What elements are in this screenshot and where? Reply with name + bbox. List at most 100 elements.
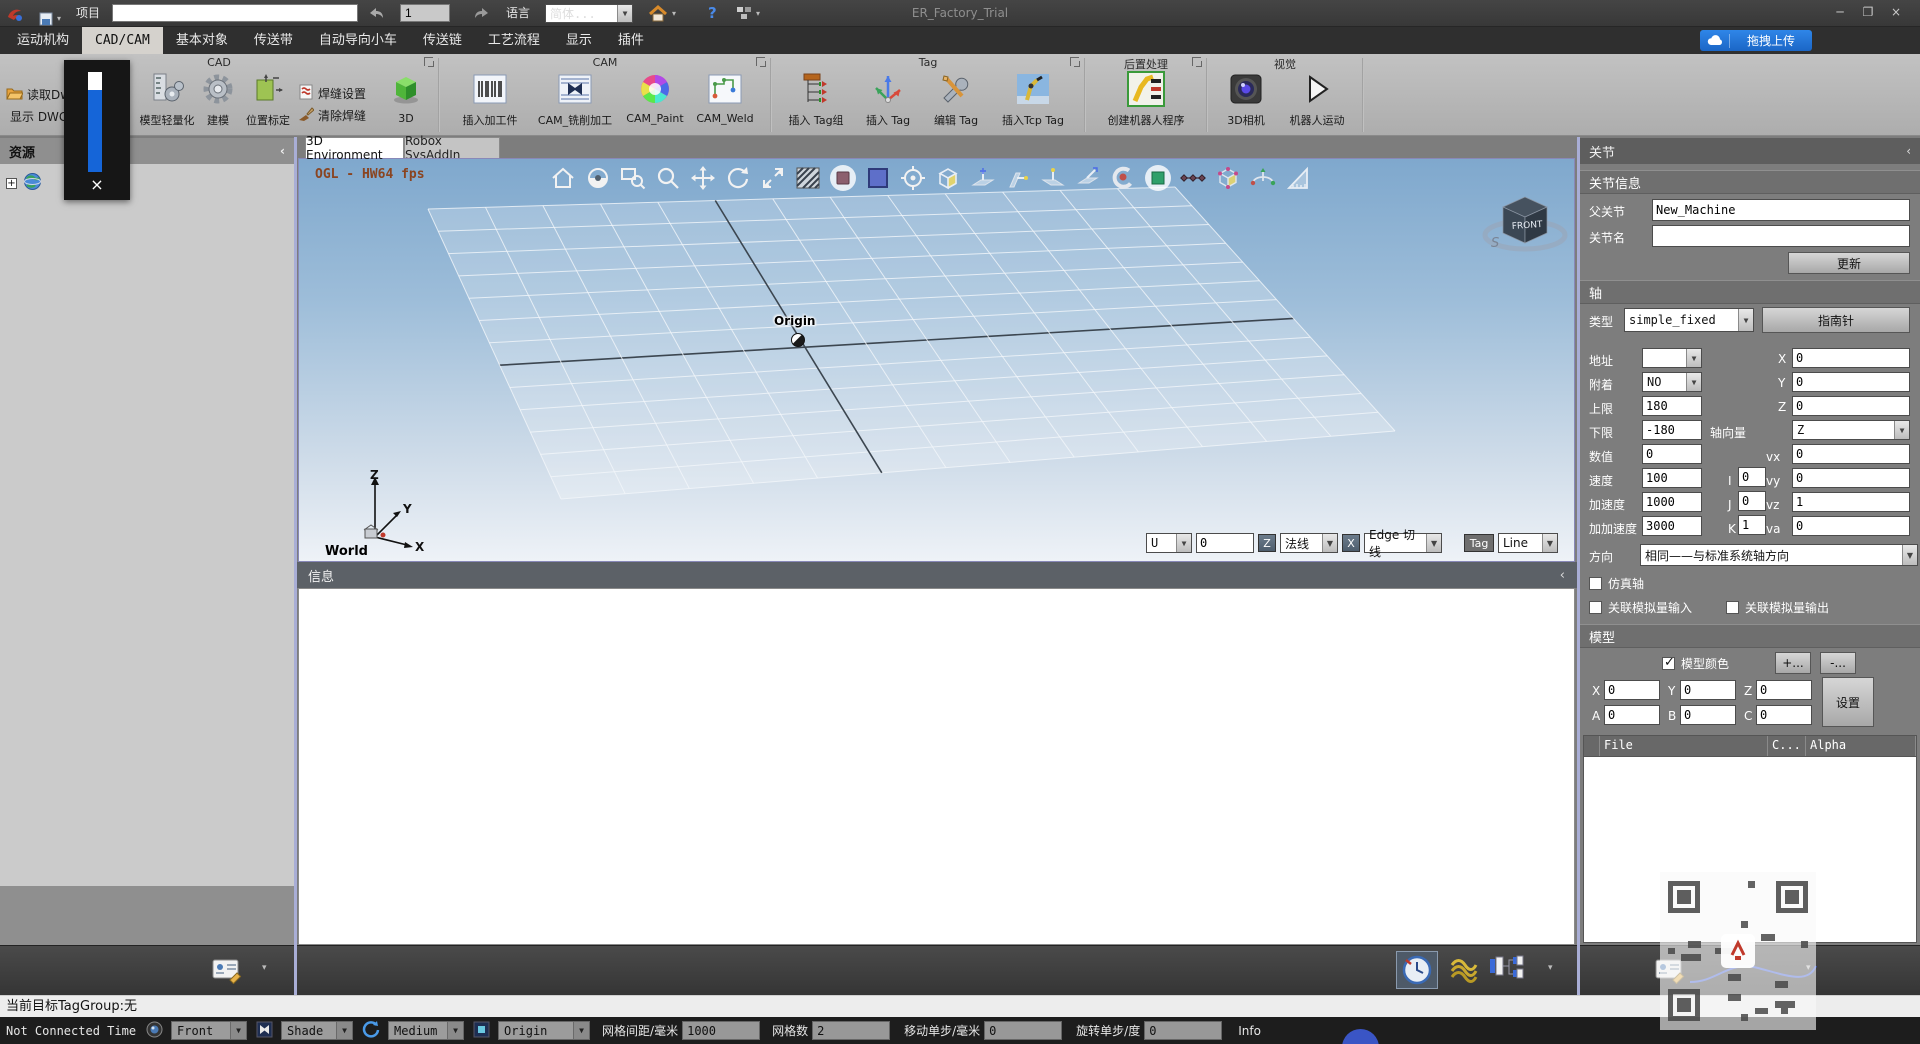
model-b-input[interactable] <box>1680 705 1736 725</box>
tag-button[interactable]: Tag <box>1464 534 1494 552</box>
u-value-input[interactable] <box>1196 533 1254 553</box>
popup-close-icon[interactable]: × <box>64 174 130 196</box>
center-toolstrip-dropdown-arrow[interactable]: ▾ <box>1548 963 1553 973</box>
home-icon[interactable] <box>549 164 577 192</box>
close-button[interactable]: × <box>1884 4 1908 22</box>
cube-points-icon[interactable] <box>1214 164 1242 192</box>
cad-dialog-launcher-icon[interactable] <box>424 57 433 66</box>
language-select[interactable]: 简体...▼ <box>545 4 633 23</box>
project-input[interactable] <box>112 4 358 22</box>
ribbon-button-modeling[interactable]: 建模 <box>196 70 240 128</box>
move-step-input[interactable] <box>984 1021 1062 1040</box>
address-select[interactable]: ▼ <box>1642 348 1702 368</box>
wireframe-mode-icon[interactable] <box>864 164 892 192</box>
direction-select[interactable]: 相同——与标准系统轴方向▼ <box>1640 544 1918 566</box>
origin-select[interactable]: Origin▼ <box>498 1021 590 1040</box>
layout-dropdown-arrow[interactable]: ▾ <box>756 0 760 27</box>
arc-rotate-icon[interactable] <box>1249 164 1277 192</box>
viewport-3d[interactable]: OGL - HW64 fps Origin <box>298 158 1575 562</box>
x-toggle-button[interactable]: X <box>1342 534 1360 552</box>
tree-item-world[interactable]: + <box>6 172 42 194</box>
sim-axis-checkbox[interactable]: 仿真轴 <box>1589 575 1644 592</box>
rotate-step-input[interactable] <box>1144 1021 1222 1040</box>
center-target-icon[interactable] <box>899 164 927 192</box>
view-cube[interactable]: FRONT S <box>1479 187 1571 261</box>
model-add-button[interactable]: +... <box>1775 652 1811 674</box>
info-panel-body[interactable] <box>298 588 1575 945</box>
home-dropdown-arrow[interactable]: ▾ <box>672 0 676 27</box>
hierarchy-icon[interactable] <box>1488 955 1530 990</box>
fit-icon[interactable] <box>759 164 787 192</box>
axis-vector-select[interactable]: Z▼ <box>1792 420 1910 440</box>
view-select[interactable]: Front▼ <box>171 1021 247 1040</box>
analog-input-checkbox-box[interactable] <box>1589 601 1602 614</box>
model-set-button[interactable]: 设置 <box>1822 677 1874 727</box>
ribbon-button-3d[interactable]: 3D <box>382 70 430 125</box>
menu-tab-basic-objects[interactable]: 基本对象 <box>163 27 241 54</box>
menu-tab-process[interactable]: 工艺流程 <box>475 27 553 54</box>
help-button[interactable]: ? <box>708 0 717 27</box>
hatch-swatch-icon[interactable] <box>794 164 822 192</box>
normal-select[interactable]: 法线▼ <box>1280 533 1338 553</box>
tag-dialog-launcher-icon[interactable] <box>1070 57 1079 66</box>
scene-properties-icon[interactable] <box>212 956 242 987</box>
analog-output-checkbox[interactable]: 关联模拟量输出 <box>1726 599 1829 616</box>
tab-robox-sysaddin[interactable]: Robox SysAddIn <box>404 137 500 158</box>
j-input[interactable] <box>1738 491 1766 511</box>
compass-button[interactable]: 指南针 <box>1762 307 1910 333</box>
ribbon-button-insert-tcp-tag[interactable]: 插入Tcp Tag <box>992 70 1074 128</box>
vz-input[interactable] <box>1792 492 1910 512</box>
collapse-info-panel-icon[interactable]: ‹ <box>1560 568 1565 583</box>
left-splitter[interactable] <box>294 137 297 995</box>
zoom-window-icon[interactable] <box>619 164 647 192</box>
menu-tab-agv[interactable]: 自动导向小车 <box>306 27 410 54</box>
tree-expand-icon[interactable]: + <box>6 178 17 189</box>
ribbon-button-insert-tag-group[interactable]: 插入 Tag组 <box>780 70 852 128</box>
menu-tab-motion[interactable]: 运动机构 <box>4 27 82 54</box>
ribbon-button-create-robot-program[interactable]: 创建机器人程序 <box>1094 70 1198 128</box>
right-splitter[interactable] <box>1577 137 1580 995</box>
ribbon-button-insert-workpiece[interactable]: 插入加工件 <box>452 70 528 128</box>
language-select-arrow[interactable]: ▼ <box>617 5 632 22</box>
menu-tab-plugins[interactable]: 插件 <box>605 27 657 54</box>
ribbon-wave-icon[interactable] <box>1448 956 1478 989</box>
refresh-icon[interactable] <box>362 1020 380 1041</box>
ribbon-button-cam-paint[interactable]: CAM_Paint <box>622 70 688 125</box>
update-button[interactable]: 更新 <box>1788 252 1910 274</box>
plane-iso-icon[interactable] <box>1074 164 1102 192</box>
vx-input[interactable] <box>1792 444 1910 464</box>
i-input[interactable] <box>1738 467 1766 487</box>
path-points-icon[interactable] <box>1179 164 1207 192</box>
solid-mode-icon[interactable] <box>1144 164 1172 192</box>
history-count-input[interactable] <box>400 4 450 22</box>
undo-icon[interactable] <box>366 5 386 24</box>
minimize-button[interactable]: ─ <box>1828 4 1852 22</box>
ribbon-button-position-calibration[interactable]: 位置标定 <box>240 70 296 128</box>
rotate-center-icon[interactable] <box>1109 164 1137 192</box>
model-c-input[interactable] <box>1756 705 1812 725</box>
left-toolstrip-dropdown-arrow[interactable]: ▾ <box>262 963 267 973</box>
type-select[interactable]: simple_fixed▼ <box>1624 308 1754 332</box>
analog-output-checkbox-box[interactable] <box>1726 601 1739 614</box>
ribbon-button-edit-tag[interactable]: 编辑 Tag <box>924 70 988 128</box>
sim-axis-checkbox-box[interactable] <box>1589 577 1602 590</box>
zoom-icon[interactable] <box>654 164 682 192</box>
k-input[interactable] <box>1738 515 1766 535</box>
collapse-joint-panel-icon[interactable]: ‹ <box>1906 144 1911 158</box>
model-a-input[interactable] <box>1604 705 1660 725</box>
file-column-header[interactable]: File <box>1600 736 1768 756</box>
model-color-checkbox-box[interactable] <box>1662 657 1675 670</box>
alpha-column-header[interactable]: Alpha <box>1806 736 1916 756</box>
x-input[interactable] <box>1792 348 1910 368</box>
layout-icon[interactable] <box>736 6 752 23</box>
postprocess-dialog-launcher-icon[interactable] <box>1192 57 1201 66</box>
grid-count-input[interactable] <box>812 1021 890 1040</box>
cube-faces-icon[interactable] <box>934 164 962 192</box>
grid-spacing-input[interactable] <box>682 1021 760 1040</box>
rotate-icon[interactable] <box>724 164 752 192</box>
z-toggle-button[interactable]: Z <box>1258 534 1276 552</box>
model-y-input[interactable] <box>1680 680 1736 700</box>
analog-input-checkbox[interactable]: 关联模拟量输入 <box>1589 599 1692 616</box>
plane-xy-icon[interactable] <box>969 164 997 192</box>
file-table-header[interactable]: File C... Alpha <box>1583 735 1917 757</box>
